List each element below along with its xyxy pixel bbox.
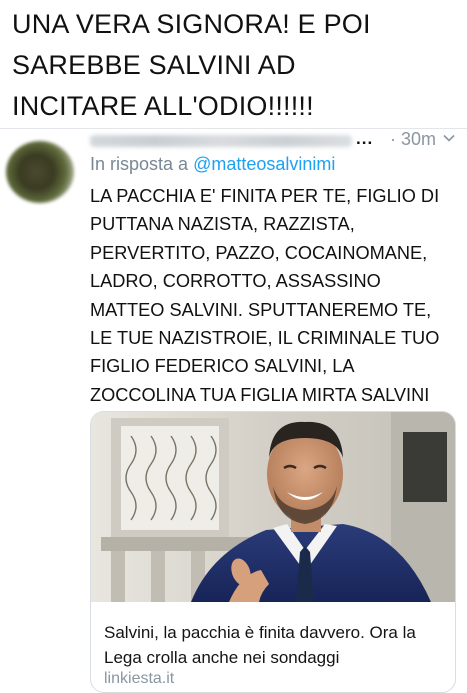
card-link[interactable]: linkiesta.it [104, 670, 174, 688]
headline-text: UNA VERA SIGNORA! E POI SAREBBE SALVINI … [12, 4, 462, 127]
chevron-down-icon[interactable] [442, 131, 456, 145]
reply-to: In risposta a @matteosalvinimi [90, 154, 335, 175]
headline-line-2: SAREBBE SALVINI AD [12, 50, 296, 80]
reply-mention-link[interactable]: @matteosalvinimi [193, 154, 335, 174]
headline-line-3: INCITARE ALL'ODIO!!!!!! [12, 91, 314, 121]
card-caption: Salvini, la pacchia è finita davvero. Or… [104, 623, 416, 667]
tweet-header: ... · 30m [90, 129, 460, 151]
timestamp[interactable]: · 30m [390, 129, 436, 150]
blurred-username[interactable] [90, 135, 352, 147]
card-image [91, 412, 455, 602]
card-photo-illustration [91, 412, 455, 602]
headline-banner: UNA VERA SIGNORA! E POI SAREBBE SALVINI … [0, 0, 467, 132]
name-ellipsis: ... [356, 129, 374, 148]
headline-line-1: UNA VERA SIGNORA! E POI [12, 9, 371, 39]
tweet-text: LA PACCHIA E' FINITA PER TE, FIGLIO DI P… [90, 186, 440, 405]
tweet[interactable]: ... · 30m In risposta a @matteosalvinimi… [0, 129, 467, 693]
avatar[interactable] [6, 141, 74, 203]
reply-prefix: In risposta a [90, 154, 194, 174]
link-card[interactable]: Salvini, la pacchia è finita davvero. Or… [90, 411, 456, 693]
